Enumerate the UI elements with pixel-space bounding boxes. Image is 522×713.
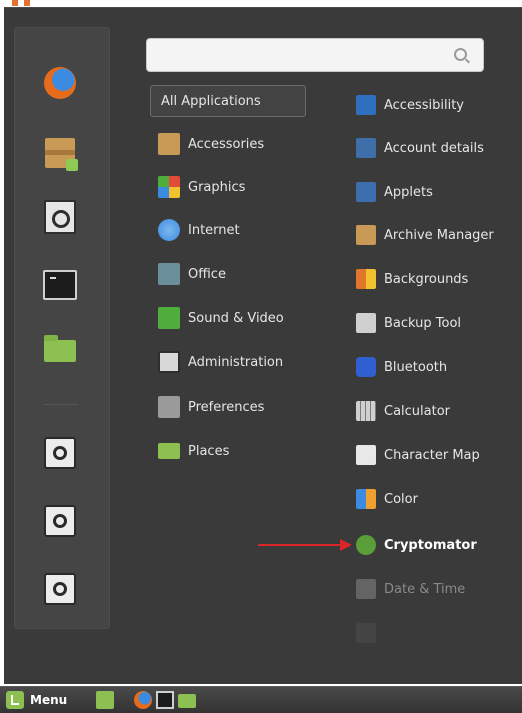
app-backgrounds[interactable]: Backgrounds: [356, 263, 522, 295]
app-account-details[interactable]: Account details: [356, 132, 522, 164]
app-applets[interactable]: Applets: [356, 176, 522, 208]
app-backup-tool[interactable]: Backup Tool: [356, 307, 522, 339]
calculator-icon: [356, 401, 376, 421]
category-administration[interactable]: Administration: [150, 346, 306, 378]
annotation-arrow-line: [258, 544, 342, 546]
taskbar: Menu: [0, 686, 522, 713]
applets-icon: [356, 182, 376, 202]
shutdown-icon[interactable]: [41, 570, 79, 608]
app-label: Bluetooth: [384, 359, 448, 375]
category-accessories[interactable]: Accessories: [150, 128, 306, 160]
character-map-icon: [356, 445, 376, 465]
account-details-icon: [356, 138, 376, 158]
category-label: All Applications: [161, 93, 261, 109]
terminal-icon[interactable]: [41, 266, 79, 304]
preferences-icon: [158, 396, 180, 418]
archive-manager-icon[interactable]: [41, 134, 79, 172]
category-office[interactable]: Office: [150, 258, 306, 290]
mint-logo-icon: [6, 691, 24, 709]
app-label: Backgrounds: [384, 271, 469, 287]
menu-button[interactable]: Menu: [6, 689, 67, 711]
category-graphics[interactable]: Graphics: [150, 171, 306, 203]
app-accessibility[interactable]: Accessibility: [356, 89, 522, 121]
app-label: Date & Time: [384, 581, 466, 597]
graphics-icon: [158, 176, 180, 198]
category-internet[interactable]: Internet: [150, 214, 306, 246]
app-label: Color: [384, 491, 418, 507]
accessibility-icon: [356, 95, 376, 115]
app-partially-hidden: [356, 617, 522, 649]
category-all-applications[interactable]: All Applications: [150, 85, 306, 117]
app-label: Backup Tool: [384, 315, 462, 331]
app-character-map[interactable]: Character Map: [356, 439, 522, 471]
hidden-app-icon: [356, 623, 376, 643]
backup-tool-icon: [356, 313, 376, 333]
category-label: Internet: [188, 222, 240, 238]
favorites-separator: [44, 404, 78, 405]
system-settings-icon[interactable]: [41, 198, 79, 236]
category-sound-video[interactable]: Sound & Video: [150, 302, 306, 334]
category-label: Administration: [188, 354, 284, 370]
category-label: Places: [188, 443, 230, 459]
app-label: Applets: [384, 184, 433, 200]
app-label: Cryptomator: [384, 537, 477, 553]
category-label: Accessories: [188, 136, 265, 152]
category-label: Preferences: [188, 399, 265, 415]
app-archive-manager[interactable]: Archive Manager: [356, 219, 522, 251]
app-label: Character Map: [384, 447, 480, 463]
app-label: Accessibility: [384, 97, 464, 113]
app-cryptomator[interactable]: Cryptomator: [356, 529, 522, 561]
office-icon: [158, 263, 180, 285]
terminal-taskbar-icon[interactable]: [156, 691, 174, 709]
app-calculator[interactable]: Calculator: [356, 395, 522, 427]
cryptomator-icon: [356, 535, 376, 555]
files-folder-icon[interactable]: [41, 332, 79, 370]
category-label: Office: [188, 266, 226, 282]
firefox-taskbar-icon[interactable]: [134, 691, 152, 709]
annotation-arrow-head: [340, 539, 352, 551]
category-places[interactable]: Places: [150, 435, 306, 467]
app-label: Calculator: [384, 403, 451, 419]
app-label: Archive Manager: [384, 227, 494, 243]
top-accent-mark: [0, 0, 50, 6]
app-bluetooth[interactable]: Bluetooth: [356, 351, 522, 383]
bluetooth-icon: [356, 357, 376, 377]
search-box[interactable]: [146, 38, 484, 72]
logout-icon[interactable]: [41, 502, 79, 540]
backgrounds-icon: [356, 269, 376, 289]
category-label: Sound & Video: [188, 310, 284, 326]
lock-screen-icon[interactable]: [41, 434, 79, 472]
app-label: Account details: [384, 140, 484, 156]
files-taskbar-icon[interactable]: [178, 694, 196, 708]
accessories-icon: [158, 133, 180, 155]
date-time-icon: [356, 579, 376, 599]
places-icon: [158, 443, 180, 459]
category-preferences[interactable]: Preferences: [150, 391, 306, 423]
firefox-icon[interactable]: [41, 64, 79, 102]
app-color[interactable]: Color: [356, 483, 522, 515]
search-input[interactable]: [147, 39, 457, 69]
menu-label: Menu: [30, 693, 68, 707]
sound-video-icon: [158, 307, 180, 329]
app-date-time[interactable]: Date & Time: [356, 573, 522, 605]
color-icon: [356, 489, 376, 509]
search-icon: [454, 48, 467, 61]
archive-manager-icon: [356, 225, 376, 245]
show-desktop-icon[interactable]: [96, 691, 114, 709]
administration-icon: [158, 351, 180, 373]
internet-icon: [158, 219, 180, 241]
category-label: Graphics: [188, 179, 246, 195]
